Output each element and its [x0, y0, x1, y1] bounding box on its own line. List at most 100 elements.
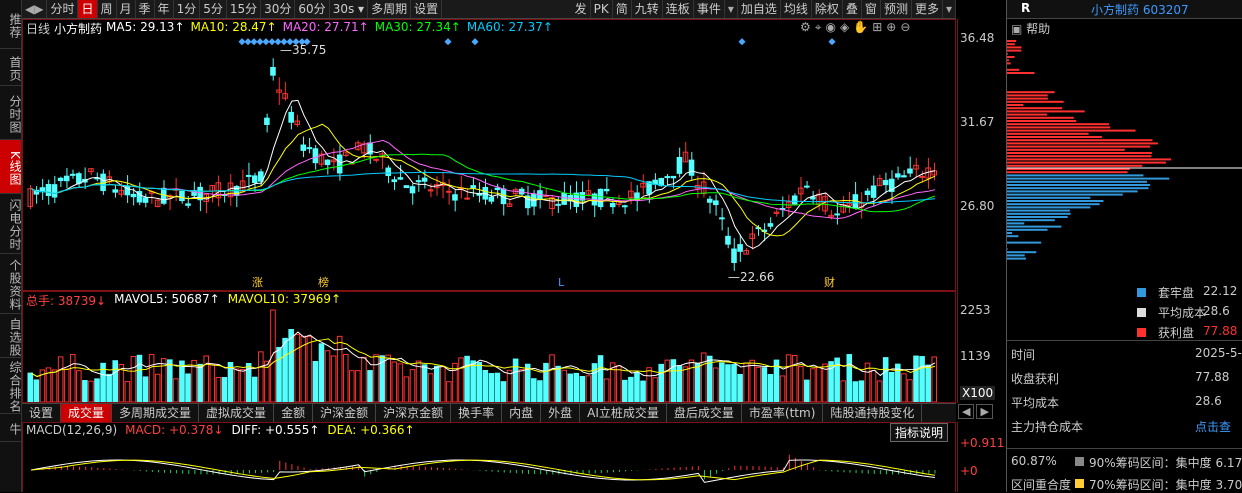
volume-bar [629, 377, 634, 402]
period-tab[interactable]: 15分 [227, 0, 261, 18]
indicator-tab[interactable]: 陆股通持股变化 [823, 404, 922, 422]
toolbar-item[interactable]: 加自选 [738, 0, 781, 18]
candle [64, 176, 69, 181]
candle [908, 169, 913, 173]
period-tab[interactable]: 周 [98, 0, 117, 18]
toolbar-item[interactable]: PK [591, 0, 613, 18]
volume-bar [52, 370, 57, 402]
nav-5[interactable]: 个股资料 [0, 254, 21, 314]
volume-bar [331, 356, 336, 402]
indicator-tab[interactable]: 金额 [274, 404, 313, 422]
toolbar-item[interactable]: 发 [572, 0, 591, 18]
volume-bar [726, 365, 731, 402]
volume-chart[interactable] [22, 306, 956, 402]
volume-bar [155, 374, 160, 402]
candle [404, 186, 409, 188]
period-tab[interactable]: 1分 [174, 0, 201, 18]
indicator-tab[interactable]: 虚拟成交量 [199, 404, 274, 422]
toolbar-item[interactable]: 简 [613, 0, 632, 18]
nav-1[interactable]: 首页 [0, 49, 21, 86]
conc-pct: 区间重合度 [1011, 478, 1071, 492]
period-tab[interactable]: 年 [155, 0, 174, 18]
period-select[interactable]: 30s ▾ [330, 0, 368, 18]
volume-bar [507, 370, 512, 402]
more-dropdown-icon[interactable]: ▾ [943, 0, 956, 18]
nav-0[interactable]: 推荐 [0, 0, 21, 49]
volume-bar [168, 360, 173, 402]
period-tab[interactable]: 季 [136, 0, 155, 18]
period-tab[interactable]: 日 [78, 0, 97, 18]
toolbar-item[interactable]: 叠 [843, 0, 862, 18]
period-tab[interactable]: 月 [117, 0, 136, 18]
settings-button[interactable]: 设置 [411, 0, 442, 18]
help-row[interactable]: ▣ 帮助 [1011, 20, 1050, 37]
chart-marker: L [558, 276, 565, 289]
low-label: —22.66 [728, 270, 774, 284]
nav-4[interactable]: 闪电分时 [0, 194, 21, 254]
kline-chart[interactable]: —35.75—22.66涨榜L财 [22, 30, 956, 290]
indicator-tab[interactable]: 设置 [22, 404, 61, 422]
nav-2[interactable]: 分时图 [0, 86, 21, 140]
toolbar-item[interactable]: 均线 [781, 0, 812, 18]
indicator-tab[interactable]: 多周期成交量 [112, 404, 199, 422]
chip-bar [1007, 120, 1076, 122]
indicator-tab[interactable]: 换手率 [451, 404, 502, 422]
info-label: 平均成本 [1011, 396, 1059, 410]
multi-period-button[interactable]: 多周期 [368, 0, 411, 18]
toolbar-item[interactable]: 九转 [632, 0, 663, 18]
dropdown-icon[interactable]: ▾ [725, 0, 738, 18]
indicator-tab[interactable]: 市盈率(ttm) [742, 404, 823, 422]
nav-7[interactable]: 综合排名 [0, 358, 21, 414]
candle [768, 224, 773, 227]
indicator-tab[interactable]: AI立桩成交量 [580, 404, 667, 422]
scroll-right-icon[interactable]: ▶ [976, 404, 992, 419]
volume-bar [871, 370, 876, 402]
macd-chart[interactable] [22, 440, 956, 492]
candle [871, 186, 876, 197]
scroll-left-icon[interactable]: ◀ [958, 404, 974, 419]
period-tab[interactable]: 30分 [261, 0, 295, 18]
indicator-tab[interactable]: 盘后成交量 [667, 404, 742, 422]
legend-label: 获利盘 [1158, 326, 1194, 340]
indicator-tab[interactable]: 沪深京金额 [376, 404, 451, 422]
period-tab[interactable]: 5分 [200, 0, 227, 18]
chip-bar [1007, 219, 1055, 221]
toolbar-item[interactable]: 更多 [912, 0, 943, 18]
period-tab[interactable]: 60分 [295, 0, 329, 18]
info-value[interactable]: 点击查 [1195, 418, 1231, 435]
toolbar-item[interactable]: 连板 [663, 0, 694, 18]
volume-bar [374, 355, 379, 402]
candle [495, 188, 500, 189]
volume-bar [659, 364, 664, 402]
toolbar-item[interactable]: 预测 [881, 0, 912, 18]
concentration-row: 60.87%90%筹码区间：集中度 6.17 [1011, 454, 1242, 468]
volume-bar [883, 358, 888, 402]
info-label: 时间 [1011, 348, 1035, 362]
indicator-tab[interactable]: 沪深金额 [313, 404, 376, 422]
toolbar-item[interactable]: 事件 [694, 0, 725, 18]
nav-3[interactable]: K线图 [0, 140, 21, 194]
volume-bar [792, 356, 797, 402]
nav-8[interactable]: 牛 [0, 414, 21, 442]
volume-bar [428, 374, 433, 402]
toolbar-item[interactable]: 除权 [812, 0, 843, 18]
candle [289, 112, 294, 122]
volume-bar [889, 372, 894, 402]
volume-bar [586, 376, 591, 402]
volume-bar [653, 378, 658, 402]
chip-bar [1007, 187, 1149, 189]
indicator-tab[interactable]: 外盘 [541, 404, 580, 422]
collapse-icon[interactable]: ◀▶ [22, 0, 47, 18]
volume-bar [143, 377, 148, 402]
toolbar-item[interactable]: 窗 [862, 0, 881, 18]
period-tab[interactable]: 分时 [47, 0, 78, 18]
indicator-tab[interactable]: 内盘 [502, 404, 541, 422]
indicator-tab[interactable]: 成交量 [61, 404, 112, 422]
chip-bar [1007, 98, 1048, 100]
volume-bar [489, 374, 494, 402]
candle [902, 176, 907, 177]
volume-bar [877, 381, 882, 402]
volume-yaxis: 2253 1139 X100 [957, 291, 1006, 403]
nav-6[interactable]: 自选股 [0, 314, 21, 358]
chip-legend-item: 套牢盘22.12 [1137, 284, 1242, 301]
